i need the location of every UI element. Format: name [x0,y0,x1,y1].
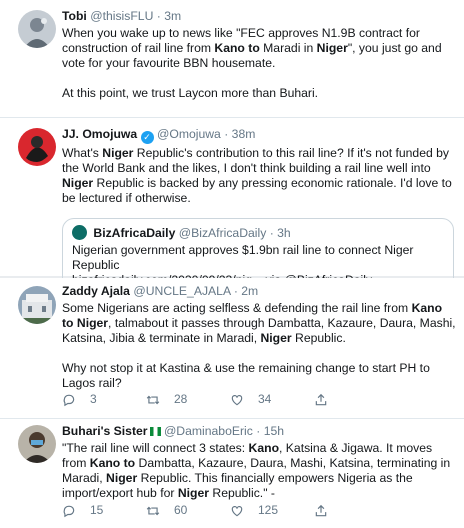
tweet-actions: 15 60 125 [62,503,398,518]
retweet-button[interactable]: 60 [146,503,230,518]
avatar[interactable] [18,128,56,166]
highlighted-keyword: Niger [102,146,134,160]
timestamp[interactable]: 3m [164,9,181,23]
highlighted-keyword: Niger [62,176,94,190]
reply-icon [63,505,75,517]
author-name[interactable]: Tobi [62,9,87,23]
highlighted-keyword: Kano [248,441,280,455]
author-name[interactable]: JJ. Omojuwa [62,127,137,141]
text-run: Republic is backed by any pressing econo… [62,176,452,205]
tweet-actions: 3 28 34 [62,392,398,407]
reply-button[interactable]: 15 [62,503,146,518]
tweet-omojuwa[interactable]: JJ. Omojuwa ✓ @Omojuwa · 38m What's Nige… [0,118,464,295]
nigeria-flag-icon [149,427,161,436]
avatar[interactable] [18,10,56,48]
separator: · [156,9,161,23]
avatar[interactable] [18,425,56,463]
author-handle[interactable]: @Omojuwa [157,127,221,141]
quoted-timestamp: 3h [277,226,291,240]
highlighted-keyword: Niger [177,486,209,500]
screenshot-card-bottom: Zaddy Ajala @UNCLE_AJALA · 2m Some Niger… [0,278,464,528]
like-count: 34 [258,392,272,406]
author-name[interactable]: Zaddy Ajala [62,284,130,298]
quoted-author-name: BizAfricaDaily [93,226,176,240]
tweet-header: Buhari's Sister @DaminaboEric · 15h [62,424,456,439]
author-handle[interactable]: @UNCLE_AJALA [133,284,230,298]
retweet-count: 60 [174,503,188,517]
highlighted-keyword: Niger [260,331,292,345]
tweet-tobi[interactable]: Tobi @thisisFLU · 3m When you wake up to… [0,0,464,108]
separator: · [269,226,274,240]
tweet-text: "The rail line will connect 3 states: Ka… [62,441,456,501]
tweet-header: JJ. Omojuwa ✓ @Omojuwa · 38m [62,127,456,144]
text-run: , talmabout it passes through Dambatta, … [62,316,456,345]
text-run: At this point, we trust Laycon more than… [62,86,319,100]
author-name[interactable]: Buhari's Sister [62,424,148,438]
screenshot-card-top: Tobi @thisisFLU · 3m When you wake up to… [0,0,464,295]
tweet-text: Some Nigerians are acting selfless & def… [62,301,456,391]
timestamp[interactable]: 15h [264,424,284,438]
tweet-header: Zaddy Ajala @UNCLE_AJALA · 2m [62,284,456,299]
like-button[interactable]: 125 [230,503,314,518]
separator: · [224,127,229,141]
author-handle[interactable]: @DaminaboEric [164,424,253,438]
reply-count: 3 [90,392,97,406]
like-button[interactable]: 34 [230,392,314,407]
tweet-paragraph: Why not stop it at Kastina & use the rem… [62,361,456,391]
tweet-paragraph: "The rail line will connect 3 states: Ka… [62,441,456,501]
tweet-paragraph: At this point, we trust Laycon more than… [62,86,456,101]
timestamp[interactable]: 38m [232,127,256,141]
text-run: Republic. [291,331,346,345]
reply-icon [63,394,75,406]
separator: · [233,284,238,298]
tweet-paragraph: What's Niger Republic's contribution to … [62,146,456,206]
share-button[interactable] [314,504,398,518]
tweet-header: Tobi @thisisFLU · 3m [62,9,456,24]
tweet-text: When you wake up to news like "FEC appro… [62,26,456,101]
text-run: Some Nigerians are acting selfless & def… [62,301,412,315]
heart-icon [231,394,243,405]
share-icon [315,504,327,516]
tweet-paragraph: Some Nigerians are acting selfless & def… [62,301,456,346]
separator: · [256,424,261,438]
quoted-author-handle: @BizAfricaDaily [178,226,267,240]
highlighted-keyword: Kano to [89,456,136,470]
quoted-avatar [72,225,87,240]
share-button[interactable] [314,393,398,407]
tweet-zaddy-ajala[interactable]: Zaddy Ajala @UNCLE_AJALA · 2m Some Niger… [0,278,464,416]
text-run: Maradi in [259,41,317,55]
timestamp[interactable]: 2m [241,284,258,298]
reply-button[interactable]: 3 [62,392,146,407]
retweet-button[interactable]: 28 [146,392,230,407]
text-run: Why not stop it at Kastina & use the rem… [62,361,430,390]
heart-icon [231,505,243,516]
retweet-icon [146,506,160,515]
reply-count: 15 [90,503,104,517]
quoted-text-line: Nigerian government approves $1.9bn rail… [72,243,414,272]
highlighted-keyword: Niger [316,41,348,55]
text-run: What's [62,146,103,160]
share-icon [315,393,327,405]
quoted-tweet-header: BizAfricaDaily @BizAfricaDaily · 3h [72,225,444,241]
retweet-icon [146,395,160,404]
tweet-text: What's Niger Republic's contribution to … [62,146,456,206]
text-run: Republic." - [209,486,275,500]
avatar[interactable] [18,286,56,324]
highlighted-keyword: Kano to [214,41,260,55]
tweet-buharis-sister[interactable]: Buhari's Sister @DaminaboEric · 15h "The… [0,419,464,528]
author-handle[interactable]: @thisisFLU [90,9,153,23]
verified-badge-icon: ✓ [140,131,154,144]
retweet-count: 28 [174,392,188,406]
like-count: 125 [258,503,279,517]
tweet-paragraph: When you wake up to news like "FEC appro… [62,26,456,71]
highlighted-keyword: Niger [106,471,138,485]
text-run: "The rail line will connect 3 states: [62,441,249,455]
